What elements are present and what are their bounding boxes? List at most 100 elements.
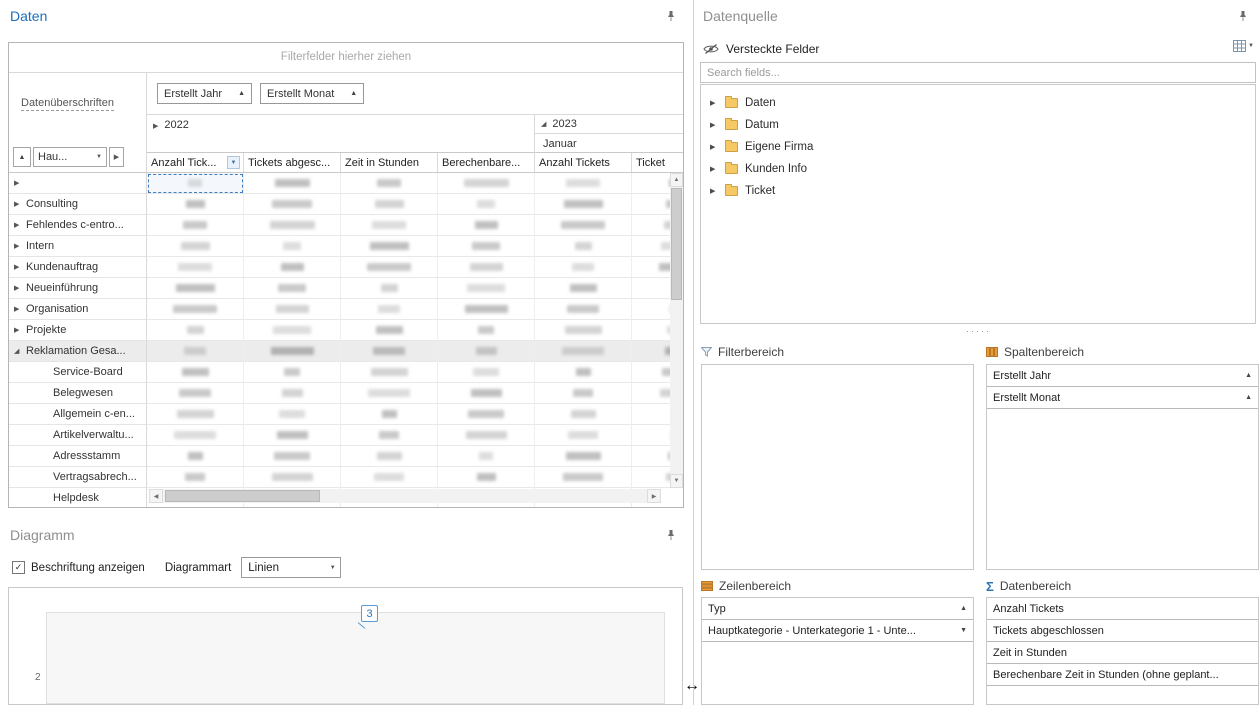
- year-group-2023[interactable]: ◢ 2023: [535, 115, 683, 134]
- pivot-cell[interactable]: [632, 362, 670, 383]
- pivot-cell[interactable]: [341, 257, 438, 278]
- expand-icon[interactable]: ▶: [14, 284, 26, 292]
- pivot-cell[interactable]: [341, 467, 438, 488]
- columns-area-box[interactable]: Erstellt Jahr ▲ Erstellt Monat ▲: [986, 364, 1259, 570]
- pivot-row-header[interactable]: ▶Organisation: [9, 299, 147, 320]
- pivot-cell[interactable]: [438, 467, 535, 488]
- pivot-cell[interactable]: [438, 320, 535, 341]
- column-header-tickets-abgeschlossen[interactable]: Tickets abgesc...: [244, 153, 341, 172]
- pivot-cell[interactable]: [147, 425, 244, 446]
- filter-area-box[interactable]: [701, 364, 974, 570]
- pivot-cell[interactable]: [438, 425, 535, 446]
- pivot-row-header[interactable]: ◢Reklamation Gesa...: [9, 341, 147, 362]
- filter-drop-zone[interactable]: Filterfelder hierher ziehen: [9, 43, 683, 73]
- pivot-cell[interactable]: [341, 446, 438, 467]
- pivot-cell[interactable]: [632, 404, 670, 425]
- expand-icon[interactable]: ▶: [14, 263, 26, 271]
- sort-asc-icon[interactable]: ▲: [1245, 372, 1252, 379]
- pivot-cell[interactable]: [147, 362, 244, 383]
- pivot-cell[interactable]: [244, 467, 341, 488]
- scroll-up-icon[interactable]: ▲: [670, 173, 683, 187]
- pivot-row-header[interactable]: Helpdesk: [9, 488, 147, 508]
- pin-icon[interactable]: [664, 528, 678, 542]
- expand-icon[interactable]: ▶: [14, 221, 26, 229]
- area-item-tickets-abgeschlossen[interactable]: Tickets abgeschlossen: [987, 620, 1258, 642]
- pivot-cell[interactable]: [438, 446, 535, 467]
- pivot-row-header[interactable]: ▶Intern: [9, 236, 147, 257]
- scrollbar-thumb[interactable]: [671, 188, 682, 300]
- pivot-cell[interactable]: [535, 299, 632, 320]
- month-header-januar[interactable]: Januar: [535, 134, 683, 153]
- pivot-cell[interactable]: [147, 467, 244, 488]
- row-field-selector[interactable]: Hau... ▼: [33, 147, 107, 167]
- search-input[interactable]: [700, 62, 1256, 83]
- chevron-down-icon[interactable]: ▼: [960, 627, 967, 634]
- pivot-cell[interactable]: [341, 341, 438, 362]
- pivot-cell[interactable]: [147, 320, 244, 341]
- pivot-cell[interactable]: [147, 215, 244, 236]
- scroll-down-icon[interactable]: ▼: [670, 474, 683, 488]
- pivot-row-header[interactable]: Artikelverwaltu...: [9, 425, 147, 446]
- pivot-cell[interactable]: [535, 257, 632, 278]
- pivot-cell[interactable]: [244, 320, 341, 341]
- pivot-row-header[interactable]: ▶: [9, 173, 147, 194]
- pivot-cell[interactable]: [438, 278, 535, 299]
- pivot-cell[interactable]: [244, 446, 341, 467]
- scroll-right-icon[interactable]: ▶: [647, 489, 661, 503]
- pivot-cell[interactable]: [341, 425, 438, 446]
- pivot-cell[interactable]: [244, 215, 341, 236]
- field-button-erstellt-jahr[interactable]: Erstellt Jahr ▲: [157, 83, 252, 104]
- column-header-berechenbare[interactable]: Berechenbare...: [438, 153, 535, 172]
- pivot-row-header[interactable]: Belegwesen: [9, 383, 147, 404]
- pivot-cell[interactable]: [632, 299, 670, 320]
- pivot-row-header[interactable]: ▶Consulting: [9, 194, 147, 215]
- rows-area-box[interactable]: Typ ▲ Hauptkategorie - Unterkategorie 1 …: [701, 597, 974, 705]
- column-header-anzahl-tickets[interactable]: Anzahl Tick... ▼: [147, 153, 244, 172]
- pivot-cell[interactable]: [341, 173, 438, 194]
- pivot-cell[interactable]: [535, 383, 632, 404]
- tree-item-ticket[interactable]: ▶ Ticket: [701, 180, 1255, 202]
- collapse-icon[interactable]: ◢: [14, 347, 26, 355]
- pivot-cell[interactable]: [244, 257, 341, 278]
- pivot-cell[interactable]: [147, 194, 244, 215]
- pivot-cell[interactable]: [244, 173, 341, 194]
- area-item-anzahl-tickets[interactable]: Anzahl Tickets: [987, 598, 1258, 620]
- pin-icon[interactable]: [1236, 9, 1250, 23]
- pivot-row-header[interactable]: ▶Neueinführung: [9, 278, 147, 299]
- pivot-cell[interactable]: [632, 320, 670, 341]
- pivot-cell[interactable]: [147, 404, 244, 425]
- pivot-row-header[interactable]: Adressstamm: [9, 446, 147, 467]
- expand-icon[interactable]: ▶: [153, 122, 158, 130]
- pivot-cell[interactable]: [535, 425, 632, 446]
- pivot-cell[interactable]: [341, 194, 438, 215]
- data-area-box[interactable]: Anzahl Tickets Tickets abgeschlossen Zei…: [986, 597, 1259, 705]
- pivot-cell[interactable]: [147, 446, 244, 467]
- layout-options-button[interactable]: ▼: [1233, 40, 1254, 52]
- data-headers-link[interactable]: Datenüberschriften: [21, 97, 114, 111]
- expand-icon[interactable]: ▶: [710, 165, 718, 173]
- pivot-row-header[interactable]: ▶Projekte: [9, 320, 147, 341]
- show-labels-checkbox[interactable]: ✓: [12, 561, 25, 574]
- pivot-cell[interactable]: [438, 173, 535, 194]
- splitter-handle[interactable]: ·····: [697, 327, 1260, 335]
- pivot-cell[interactable]: [244, 383, 341, 404]
- expand-icon[interactable]: ▶: [14, 326, 26, 334]
- pivot-cell[interactable]: [147, 278, 244, 299]
- pivot-cell[interactable]: [244, 299, 341, 320]
- vertical-scrollbar[interactable]: ▲ ▼: [670, 173, 683, 488]
- area-item-erstellt-monat[interactable]: Erstellt Monat ▲: [987, 387, 1258, 409]
- collapse-icon[interactable]: ◢: [541, 120, 546, 128]
- pivot-cell[interactable]: [244, 194, 341, 215]
- pivot-cell[interactable]: [438, 383, 535, 404]
- area-item-typ[interactable]: Typ ▲: [702, 598, 973, 620]
- expand-icon[interactable]: ▶: [710, 121, 718, 129]
- pivot-cell[interactable]: [147, 341, 244, 362]
- scrollbar-track[interactable]: [163, 489, 647, 503]
- pivot-cell[interactable]: [244, 341, 341, 362]
- pivot-cell[interactable]: [632, 257, 670, 278]
- tree-item-daten[interactable]: ▶ Daten: [701, 92, 1255, 114]
- filter-icon[interactable]: ▼: [227, 156, 240, 169]
- pivot-cell[interactable]: [147, 257, 244, 278]
- column-header-anzahl-tickets-2023[interactable]: Anzahl Tickets: [535, 153, 632, 172]
- pivot-cell[interactable]: [438, 236, 535, 257]
